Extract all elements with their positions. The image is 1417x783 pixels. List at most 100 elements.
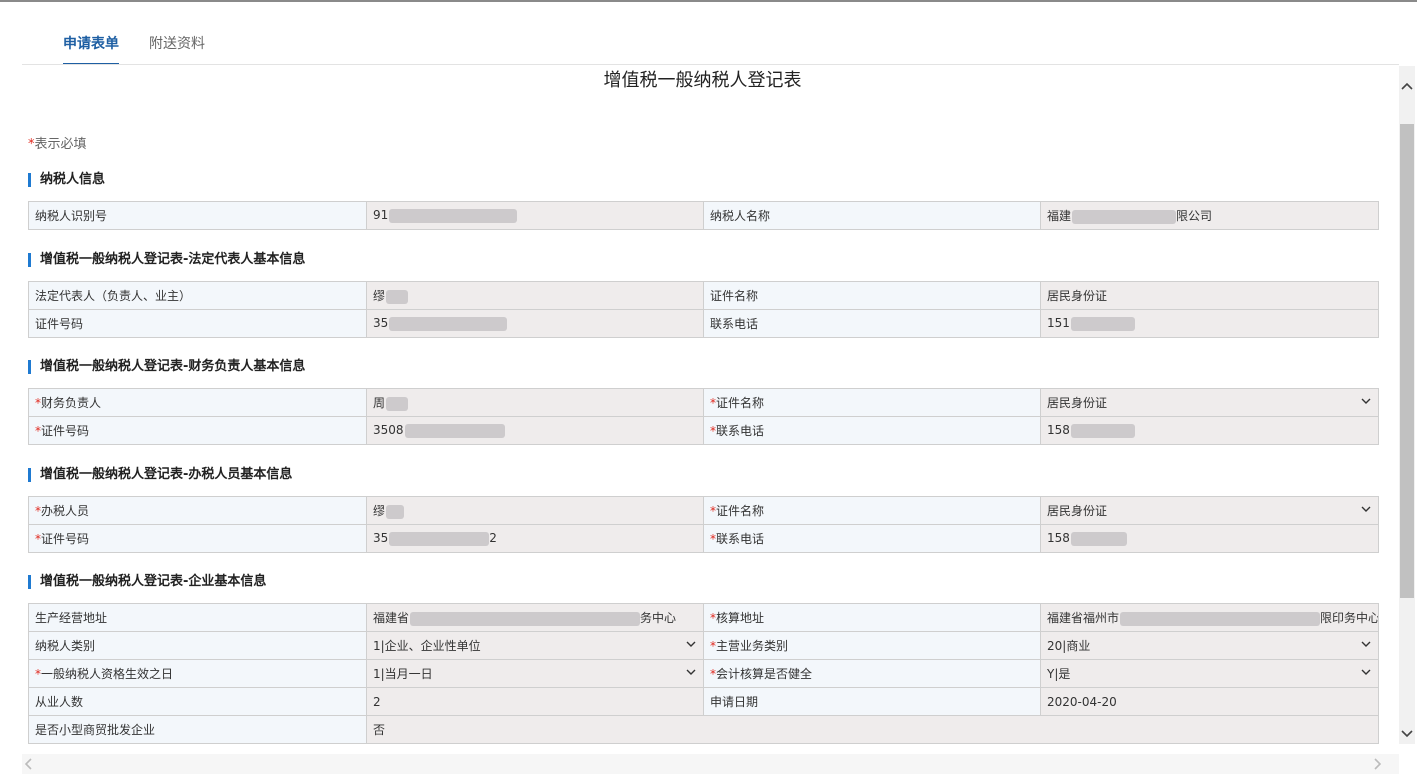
redaction-blur bbox=[386, 396, 409, 411]
acct-sound-select[interactable]: Y|是 bbox=[1040, 659, 1379, 688]
tab-bar: 申请表单 附送资料 bbox=[63, 33, 235, 65]
tax-staff-phone-value: 158 bbox=[1047, 531, 1070, 546]
effective-date-label-text: 一般纳税人资格生效之日 bbox=[41, 667, 174, 681]
table-row: 法定代表人（负责人、业主） 缪 证件名称 居民身份证 bbox=[28, 281, 1379, 310]
redaction-blur bbox=[1070, 316, 1135, 331]
table-row: *证件号码 35 2 *联系电话 158 bbox=[28, 524, 1379, 553]
chevron-down-icon bbox=[686, 669, 696, 675]
legal-phone-value: 151 bbox=[1047, 316, 1070, 331]
table-row: *一般纳税人资格生效之日 1|当月一日 *会计核算是否健全 Y|是 bbox=[28, 659, 1379, 688]
finance-cert-name-select[interactable]: 居民身份证 bbox=[1040, 388, 1379, 417]
table-row: 生产经营地址 福建省 务中心 *核算地址 福建省福州市 限印务中心 bbox=[28, 603, 1379, 632]
table-row: 纳税人识别号 91 纳税人名称 福建 限公司 bbox=[28, 201, 1379, 230]
legal-cert-name-value: 居民身份证 bbox=[1040, 281, 1379, 310]
section-enterprise-title: 增值税一般纳税人登记表-企业基本信息 bbox=[28, 575, 266, 589]
tab-application-form[interactable]: 申请表单 bbox=[63, 33, 119, 65]
section-taxpayer-title: 纳税人信息 bbox=[28, 173, 105, 187]
finance-cert-name-label-text: 证件名称 bbox=[716, 396, 765, 410]
finance-cert-no-input[interactable]: 3508 bbox=[366, 416, 704, 445]
chevron-down-icon bbox=[686, 641, 696, 647]
acct-addr-label-text: 核算地址 bbox=[716, 611, 765, 625]
redaction-blur bbox=[1070, 423, 1135, 438]
top-border bbox=[0, 0, 1417, 2]
legal-cert-no-field: 35 bbox=[366, 309, 704, 338]
main-biz-label-text: 主营业务类别 bbox=[716, 639, 789, 653]
small-trade-label: 是否小型商贸批发企业 bbox=[28, 715, 367, 744]
redaction-blur bbox=[1072, 209, 1177, 224]
main-biz-value: 20|商业 bbox=[1047, 639, 1091, 653]
acct-addr-input[interactable]: 福建省福州市 限印务中心 bbox=[1040, 603, 1379, 632]
redaction-blur bbox=[410, 611, 641, 626]
biz-addr-prefix: 福建省 bbox=[373, 611, 410, 625]
finance-cert-name-label: *证件名称 bbox=[703, 388, 1041, 417]
tax-id-field: 91 bbox=[366, 201, 704, 230]
legal-rep-value: 缪 bbox=[373, 289, 386, 303]
table-row: 纳税人类别 1|企业、企业性单位 *主营业务类别 20|商业 bbox=[28, 631, 1379, 660]
tax-staff-phone-label-text: 联系电话 bbox=[716, 532, 765, 546]
acct-addr-label: *核算地址 bbox=[703, 603, 1041, 632]
finance-person-input[interactable]: 周 bbox=[366, 388, 704, 417]
taxpayer-type-select[interactable]: 1|企业、企业性单位 bbox=[366, 631, 704, 660]
effective-date-value: 1|当月一日 bbox=[373, 667, 433, 681]
table-row: *证件号码 3508 *联系电话 158 bbox=[28, 416, 1379, 445]
finance-person-label-text: 财务负责人 bbox=[41, 396, 102, 410]
taxpayer-name-label: 纳税人名称 bbox=[703, 201, 1041, 230]
main-biz-select[interactable]: 20|商业 bbox=[1040, 631, 1379, 660]
tax-staff-table: *办税人员 缪 *证件名称 居民身份证 *证件号码 35 2 *联系电话 158 bbox=[28, 496, 1379, 553]
finance-phone-input[interactable]: 158 bbox=[1040, 416, 1379, 445]
finance-person-value: 周 bbox=[373, 396, 386, 410]
legal-cert-no-label: 证件号码 bbox=[28, 309, 367, 338]
chevron-down-icon bbox=[1361, 506, 1371, 512]
table-row: *办税人员 缪 *证件名称 居民身份证 bbox=[28, 496, 1379, 525]
tax-staff-person-label: *办税人员 bbox=[28, 496, 367, 525]
employees-input[interactable]: 2 bbox=[366, 687, 704, 716]
tax-staff-cert-no-label-text: 证件号码 bbox=[41, 532, 90, 546]
legal-phone-field: 151 bbox=[1040, 309, 1379, 338]
effective-date-select[interactable]: 1|当月一日 bbox=[366, 659, 704, 688]
finance-cert-no-label: *证件号码 bbox=[28, 416, 367, 445]
tax-staff-phone-input[interactable]: 158 bbox=[1040, 524, 1379, 553]
finance-table: *财务负责人 周 *证件名称 居民身份证 *证件号码 3508 *联系电话 15… bbox=[28, 388, 1379, 445]
tax-staff-cert-name-label-text: 证件名称 bbox=[716, 504, 765, 518]
tax-staff-cert-no-label: *证件号码 bbox=[28, 524, 367, 553]
apply-date-value: 2020-04-20 bbox=[1040, 687, 1379, 716]
tax-staff-person-input[interactable]: 缪 bbox=[366, 496, 704, 525]
taxpayer-table: 纳税人识别号 91 纳税人名称 福建 限公司 bbox=[28, 201, 1379, 230]
chevron-down-icon bbox=[1361, 398, 1371, 404]
taxpayer-type-label: 纳税人类别 bbox=[28, 631, 367, 660]
tax-id-value: 91 bbox=[373, 208, 389, 223]
finance-cert-no-value: 3508 bbox=[373, 423, 404, 438]
effective-date-label: *一般纳税人资格生效之日 bbox=[28, 659, 367, 688]
legal-rep-table: 法定代表人（负责人、业主） 缪 证件名称 居民身份证 证件号码 35 联系电话 … bbox=[28, 281, 1379, 338]
scroll-down-icon[interactable] bbox=[1400, 726, 1414, 740]
tax-staff-cert-no-input[interactable]: 35 2 bbox=[366, 524, 704, 553]
acct-addr-prefix: 福建省福州市 bbox=[1047, 611, 1120, 625]
tax-staff-person-label-text: 办税人员 bbox=[41, 504, 90, 518]
scroll-left-icon[interactable] bbox=[22, 757, 36, 771]
tax-id-label: 纳税人识别号 bbox=[28, 201, 367, 230]
scroll-right-icon[interactable] bbox=[1370, 757, 1384, 771]
chevron-down-icon bbox=[1361, 669, 1371, 675]
finance-cert-no-label-text: 证件号码 bbox=[41, 424, 90, 438]
acct-sound-value: Y|是 bbox=[1047, 667, 1071, 681]
table-row: 从业人数 2 申请日期 2020-04-20 bbox=[28, 687, 1379, 716]
redaction-blur bbox=[1070, 531, 1127, 546]
tax-staff-cert-name-select[interactable]: 居民身份证 bbox=[1040, 496, 1379, 525]
vertical-scroll-thumb[interactable] bbox=[1400, 124, 1414, 598]
finance-phone-value: 158 bbox=[1047, 423, 1070, 438]
tax-staff-person-value: 缪 bbox=[373, 504, 386, 518]
horizontal-scrollbar[interactable] bbox=[22, 754, 1399, 774]
tab-attachments[interactable]: 附送资料 bbox=[149, 33, 205, 65]
taxpayer-type-value: 1|企业、企业性单位 bbox=[373, 639, 481, 653]
scroll-up-icon[interactable] bbox=[1400, 80, 1414, 94]
redaction-blur bbox=[389, 316, 508, 331]
redaction-blur bbox=[386, 504, 405, 519]
biz-addr-suffix: 务中心 bbox=[640, 611, 677, 625]
redaction-blur bbox=[1120, 611, 1321, 626]
biz-addr-field: 福建省 务中心 bbox=[366, 603, 704, 632]
section-tax-staff-title: 增值税一般纳税人登记表-办税人员基本信息 bbox=[28, 468, 292, 482]
redaction-blur bbox=[386, 289, 409, 304]
chevron-down-icon bbox=[1361, 641, 1371, 647]
section-finance-title: 增值税一般纳税人登记表-财务负责人基本信息 bbox=[28, 360, 305, 374]
finance-cert-name-value: 居民身份证 bbox=[1047, 396, 1108, 410]
